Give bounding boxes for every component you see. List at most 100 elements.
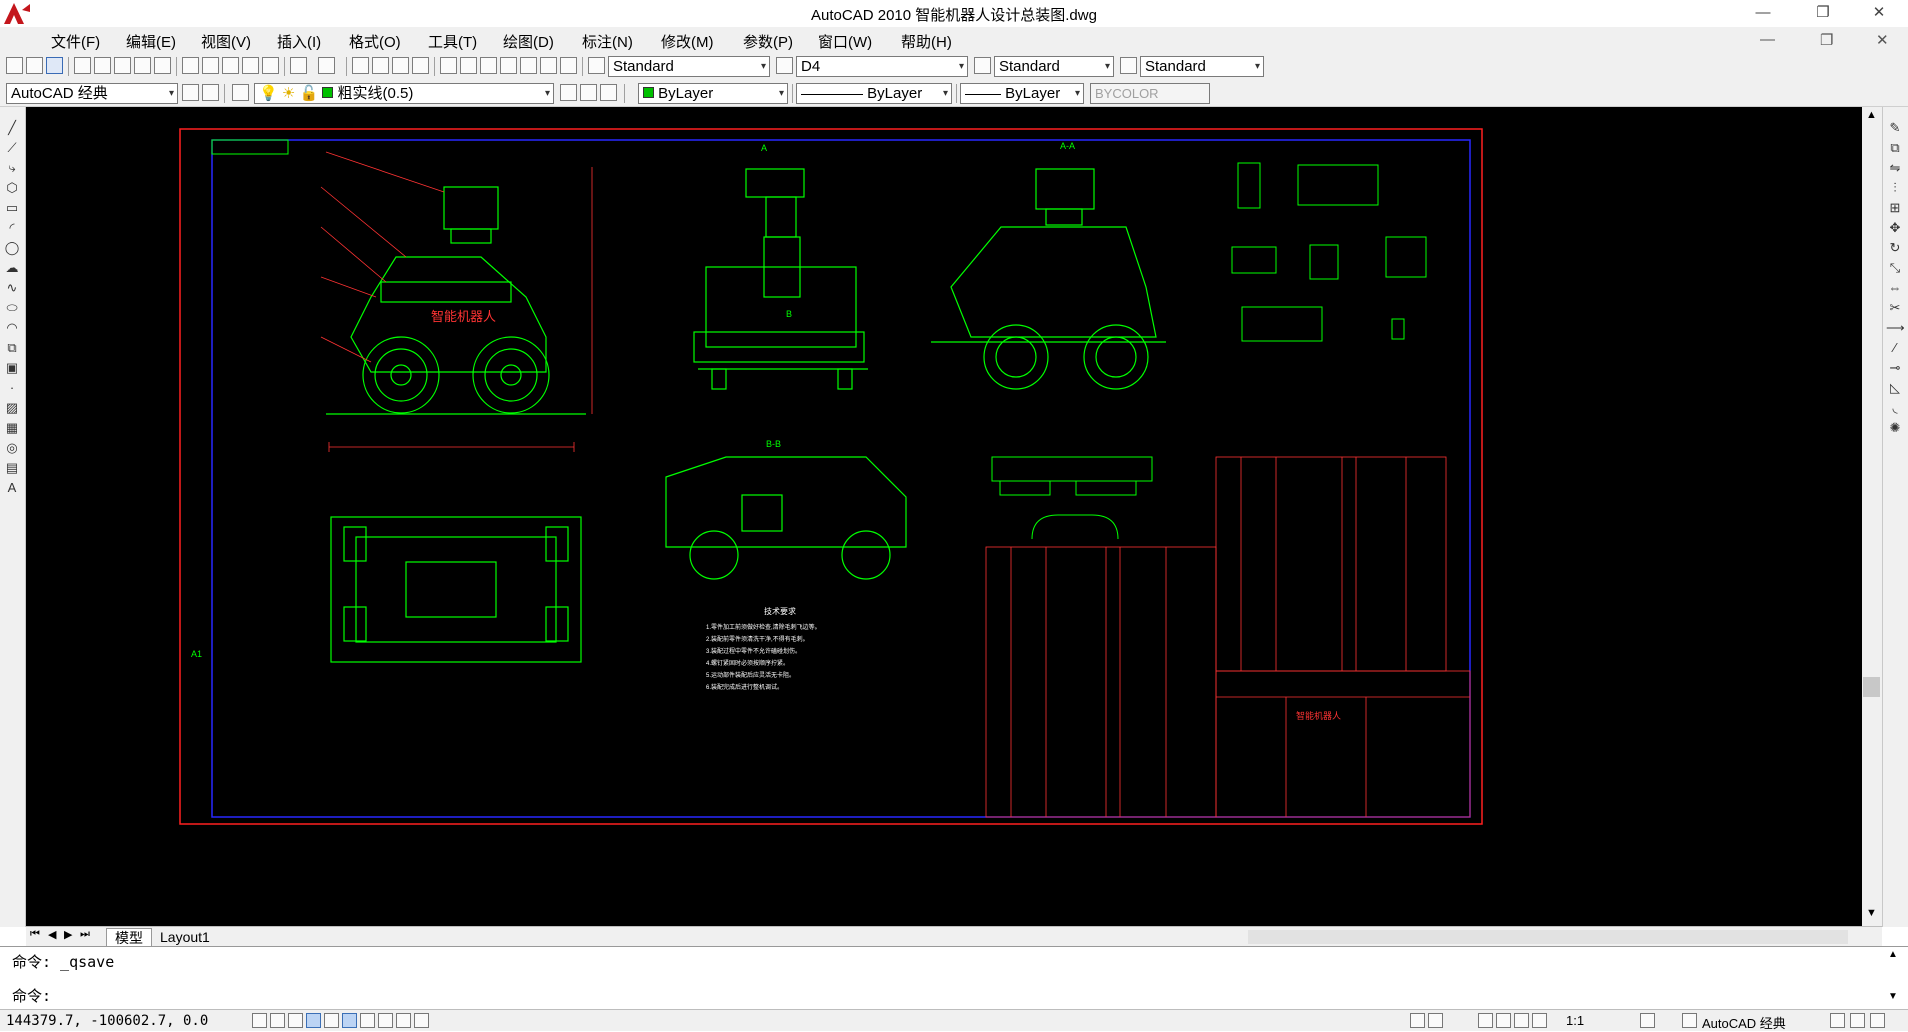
toolbar-lock-icon[interactable] [1830, 1013, 1845, 1028]
menu-window[interactable]: 窗口(W) [818, 31, 872, 52]
menu-edit[interactable]: 编辑(E) [126, 31, 176, 52]
annotation-visibility-icon[interactable] [1640, 1013, 1655, 1028]
layer-manager-icon[interactable] [232, 84, 249, 101]
break-icon[interactable]: ⁄ [1886, 339, 1904, 357]
menu-help[interactable]: 帮助(H) [901, 31, 952, 52]
zoom-previous-icon[interactable] [412, 57, 429, 74]
annotation-scale[interactable]: 1:1 [1566, 1013, 1584, 1028]
scroll-up-icon[interactable]: ▲ [1866, 109, 1877, 121]
workspace-status[interactable]: AutoCAD 经典 [1702, 1013, 1786, 1032]
open-icon[interactable] [26, 57, 43, 74]
line-icon[interactable]: ╱ [3, 119, 21, 137]
linetype-select[interactable]: ByLayer ▾ [796, 83, 952, 104]
gradient-icon[interactable]: ▦ [3, 419, 21, 437]
cmd-scroll-down-icon[interactable]: ▼ [1888, 991, 1898, 1002]
hardware-acceleration-icon[interactable] [1850, 1013, 1865, 1028]
menu-insert[interactable]: 插入(I) [277, 31, 321, 52]
table-style-icon[interactable] [974, 57, 991, 74]
zoom-status-icon[interactable] [1496, 1013, 1511, 1028]
copy-icon[interactable] [202, 57, 219, 74]
stretch-icon[interactable]: ⇔ [1886, 279, 1904, 297]
menu-format[interactable]: 格式(O) [349, 31, 401, 52]
copy-object-icon[interactable]: ⧉ [1886, 139, 1904, 157]
customize-icon[interactable] [202, 84, 219, 101]
array-icon[interactable]: ⊞ [1886, 199, 1904, 217]
menu-dimension[interactable]: 标注(N) [582, 31, 633, 52]
mdi-restore-icon[interactable]: ❐ [1820, 31, 1833, 49]
hatch-icon[interactable]: ▨ [3, 399, 21, 417]
region-icon[interactable]: ◎ [3, 439, 21, 457]
layer-state-icon[interactable] [600, 84, 617, 101]
mirror-icon[interactable]: ⇋ [1886, 159, 1904, 177]
menu-modify[interactable]: 修改(M) [661, 31, 714, 52]
preview-icon[interactable] [94, 57, 111, 74]
revision-cloud-icon[interactable]: ☁ [3, 259, 21, 277]
scale-icon[interactable]: ⤡ [1886, 259, 1904, 277]
command-prompt[interactable]: 命令: [12, 985, 51, 1006]
text-style-select[interactable]: Standard ▾ [608, 56, 770, 77]
pan-icon[interactable] [352, 57, 369, 74]
new-icon[interactable] [6, 57, 23, 74]
mtext-icon[interactable]: A [3, 479, 21, 497]
object-snap-icon[interactable] [324, 1013, 339, 1028]
snap-mode-icon[interactable] [252, 1013, 267, 1028]
properties-icon[interactable] [440, 57, 457, 74]
ucs-icon[interactable] [360, 1013, 375, 1028]
point-icon[interactable]: · [3, 379, 21, 397]
layer-select[interactable]: 💡 ☀ 🔓 粗实线(0.5) ▾ [254, 83, 554, 104]
dim-style-select[interactable]: D4 ▾ [796, 56, 968, 77]
object-track-icon[interactable] [342, 1013, 357, 1028]
layer-previous-icon[interactable] [580, 84, 597, 101]
make-block-icon[interactable]: ▣ [3, 359, 21, 377]
close-button[interactable]: ✕ [1856, 0, 1902, 27]
next-tab-icon[interactable]: ▶ [64, 928, 72, 941]
multileader-style-icon[interactable] [1120, 57, 1137, 74]
explode-icon[interactable]: ✺ [1886, 419, 1904, 437]
tab-model[interactable]: 模型 [106, 928, 152, 948]
polygon-icon[interactable]: ⬡ [3, 179, 21, 197]
drawing-canvas[interactable]: 智能机器人 A B A-A B-B A1 技术要求 1.零件加工前须做好检查,清… [26, 107, 1862, 926]
restore-button[interactable]: ❐ [1800, 0, 1846, 27]
block-editor-icon[interactable] [262, 57, 279, 74]
3d-print-icon[interactable] [134, 57, 151, 74]
rectangle-icon[interactable]: ▭ [3, 199, 21, 217]
circle-icon[interactable]: ◯ [3, 239, 21, 257]
redo-icon[interactable] [318, 57, 335, 74]
publish-icon[interactable] [114, 57, 131, 74]
table-icon[interactable]: ▤ [3, 459, 21, 477]
save-icon[interactable] [46, 57, 63, 74]
trim-icon[interactable]: ✂ [1886, 299, 1904, 317]
make-current-icon[interactable] [560, 84, 577, 101]
tool-palettes-icon[interactable] [480, 57, 497, 74]
mdi-minimize-icon[interactable]: — [1760, 31, 1775, 48]
menu-parametric[interactable]: 参数(P) [743, 31, 793, 52]
polar-tracking-icon[interactable] [306, 1013, 321, 1028]
fillet-icon[interactable]: ◟ [1886, 399, 1904, 417]
zoom-realtime-icon[interactable] [372, 57, 389, 74]
join-icon[interactable]: ⊸ [1886, 359, 1904, 377]
lineweight-toggle-icon[interactable] [396, 1013, 411, 1028]
markup-icon[interactable] [520, 57, 537, 74]
arc-icon[interactable]: ◜ [3, 219, 21, 237]
steering-wheel-icon[interactable] [1514, 1013, 1529, 1028]
help-icon[interactable] [560, 57, 577, 74]
ellipse-arc-icon[interactable]: ◠ [3, 319, 21, 337]
workspace-settings-icon[interactable] [182, 84, 199, 101]
construction-line-icon[interactable]: ⟋ [3, 139, 21, 157]
chamfer-icon[interactable]: ◺ [1886, 379, 1904, 397]
erase-icon[interactable]: ✎ [1886, 119, 1904, 137]
rotate-icon[interactable]: ↻ [1886, 239, 1904, 257]
menu-view[interactable]: 视图(V) [201, 31, 251, 52]
move-icon[interactable]: ✥ [1886, 219, 1904, 237]
tab-layout1[interactable]: Layout1 [152, 928, 218, 946]
workspace-select[interactable]: AutoCAD 经典 ▾ [6, 83, 178, 104]
dynamic-input-icon[interactable] [378, 1013, 393, 1028]
plot-icon[interactable] [74, 57, 91, 74]
showmotion-icon[interactable] [1532, 1013, 1547, 1028]
dim-style-icon[interactable] [776, 57, 793, 74]
first-tab-icon[interactable]: ⏮ [30, 928, 40, 941]
extend-icon[interactable]: ⟶ [1886, 319, 1905, 337]
minimize-button[interactable]: — [1740, 0, 1786, 27]
cut-icon[interactable] [182, 57, 199, 74]
mdi-close-icon[interactable]: ✕ [1876, 31, 1889, 49]
